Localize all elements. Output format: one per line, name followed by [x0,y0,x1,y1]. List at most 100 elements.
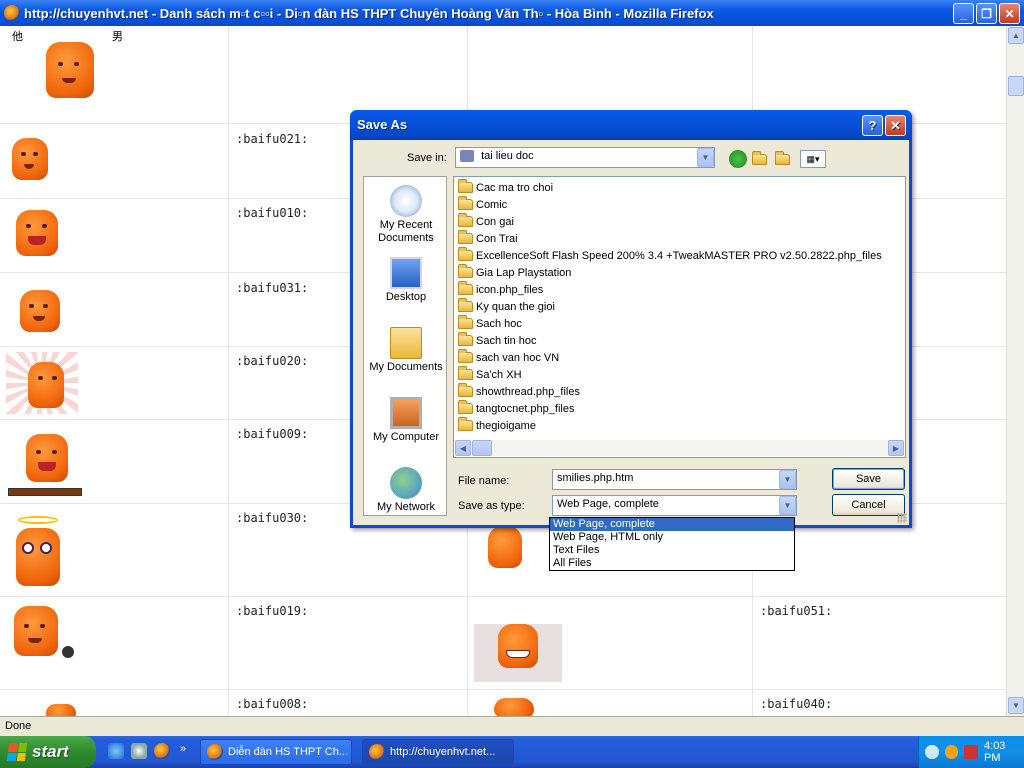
place-label: My Recent Documents [378,219,434,244]
folder-icon [458,332,473,346]
tray-app-icon[interactable] [964,745,979,759]
folder-item[interactable]: tangtocnet.php_files [458,400,574,417]
save-in-dropdown-arrow[interactable]: ▼ [697,148,714,167]
places-my-computer[interactable]: My Computer [364,397,448,444]
tray-expand-icon[interactable] [925,745,939,759]
desktop-icon [390,257,422,289]
smiley-image [480,694,550,716]
scroll-down-button[interactable]: ▼ [1008,697,1024,714]
folder-name: sach van hoc VN [476,351,560,364]
folder-name: Sach tin hoc [476,334,537,347]
scroll-right-button[interactable]: ▶ [888,440,904,456]
folder-item[interactable]: Con gai [458,213,514,230]
places-my-documents[interactable]: My Documents [364,327,448,374]
scroll-thumb[interactable] [1008,76,1024,96]
folder-icon [458,213,473,227]
window-titlebar: http://chuyenhvt.net - Danh sách m▫t c▫▫… [0,0,1024,26]
folder-icon [458,247,473,261]
system-tray: 4:03 PM [918,736,1024,768]
file-list-hscrollbar[interactable]: ◀ ▶ [455,440,904,456]
clock-icon [390,185,422,217]
smiley-code: :baifu020: [236,354,309,368]
smiley-code: :baifu010: [236,206,309,220]
help-button[interactable]: ? [862,115,883,136]
smiley-image [6,352,78,414]
folder-name: Con gai [476,215,514,228]
firefox-icon [369,744,385,760]
file-name-dropdown-arrow[interactable]: ▼ [779,470,796,489]
sign-left-text: 他 [12,31,23,43]
smiley-code: :baifu051: [760,604,833,618]
folder-item[interactable]: icon.php_files [458,281,543,298]
clock: 4:03 PM [984,740,1006,764]
folder-icon [458,417,473,431]
window-title: http://chuyenhvt.net - Danh sách m▫t c▫▫… [24,5,714,21]
places-recent-documents[interactable]: My Recent Documents [364,185,448,245]
folder-item[interactable]: Sa'ch XH [458,366,522,383]
resize-grip[interactable] [897,513,907,523]
network-globe-icon [390,467,422,499]
messenger-icon[interactable] [944,745,959,759]
folder-item[interactable]: ExcellenceSoft Flash Speed 200% 3.4 +Twe… [458,247,882,264]
places-my-network[interactable]: My Network [364,467,448,514]
chevron-right-icon[interactable]: » [180,743,186,755]
places-desktop[interactable]: Desktop [364,257,448,304]
smiley-image [10,606,80,664]
save-as-dialog: Save As ? ✕ Save in: tai lieu doc ▼ ▦▾ M… [350,110,912,528]
save-as-type-select[interactable]: Web Page, complete [552,495,797,516]
folder-item[interactable]: Sach hoc [458,315,522,332]
dialog-title: Save As [357,117,408,132]
taskbar-window-forum[interactable]: Diễn đàn HS THPT Ch... [200,739,352,765]
folder-icon [458,349,473,363]
type-option[interactable]: Web Page, complete [550,518,794,531]
scroll-left-button[interactable]: ◀ [455,440,471,456]
folder-item[interactable]: showthread.php_files [458,383,580,400]
file-name-input[interactable]: smilies.php.htm [552,469,797,490]
folder-icon [458,264,473,278]
folder-item[interactable]: Comic [458,196,507,213]
views-menu-icon[interactable]: ▦▾ [800,150,826,168]
folder-icon [458,298,473,312]
taskbar: start » Diễn đàn HS THPT Ch... http://ch… [0,736,1024,768]
folder-item[interactable]: sach van hoc VN [458,349,559,366]
firefox-quicklaunch-icon[interactable] [154,743,170,759]
start-label: start [32,742,69,761]
smiley-image [16,288,66,336]
page-scrollbar[interactable]: ▲ ▼ [1006,26,1024,716]
folder-name: Sa'ch XH [476,368,522,381]
folder-item[interactable]: Cac ma tro choi [458,179,553,196]
file-list[interactable]: thegioigame tangtocnet.php_files showthrea… [453,176,906,458]
hscroll-thumb[interactable] [472,440,492,456]
scroll-up-button[interactable]: ▲ [1008,27,1024,44]
folder-item[interactable]: Con Trai [458,230,518,247]
media-player-icon[interactable] [131,743,147,759]
folder-item[interactable]: Ky quan the gioi [458,298,555,315]
smiley-code: :baifu040: [760,697,833,711]
ie-icon[interactable] [108,743,124,759]
taskbar-window-label: http://chuyenhvt.net... [390,746,496,758]
file-name-label: File name: [458,475,510,487]
type-option[interactable]: Text Files [550,544,794,557]
save-in-combo[interactable]: tai lieu doc [455,147,715,168]
taskbar-window-label: Diễn đàn HS THPT Ch... [228,746,349,758]
close-window-button[interactable]: ✕ [999,3,1020,24]
type-option[interactable]: Web Page, HTML only [550,531,794,544]
minimize-button[interactable]: _ [953,3,974,24]
cancel-button[interactable]: Cancel [832,494,905,516]
save-as-type-dropdown-arrow[interactable]: ▼ [779,496,796,515]
smiley-image [14,516,62,592]
dialog-close-button[interactable]: ✕ [885,115,906,136]
new-folder-icon[interactable] [775,150,793,168]
save-button[interactable]: Save [832,468,905,490]
back-icon[interactable] [729,150,747,168]
folder-item[interactable]: thegioigame [458,417,536,434]
taskbar-window-chuyenhvt[interactable]: http://chuyenhvt.net... [362,739,514,765]
folder-item[interactable]: Gia Lap Playstation [458,264,571,281]
folder-item[interactable]: Sach tin hoc [458,332,537,349]
restore-button[interactable]: ❐ [976,3,997,24]
up-folder-icon[interactable] [752,150,770,168]
type-option[interactable]: All Files [550,557,794,570]
folder-name: ExcellenceSoft Flash Speed 200% 3.4 +Twe… [476,249,882,262]
start-button[interactable]: start [0,736,96,768]
places-bar: My Recent Documents Desktop My Documents… [363,176,447,516]
